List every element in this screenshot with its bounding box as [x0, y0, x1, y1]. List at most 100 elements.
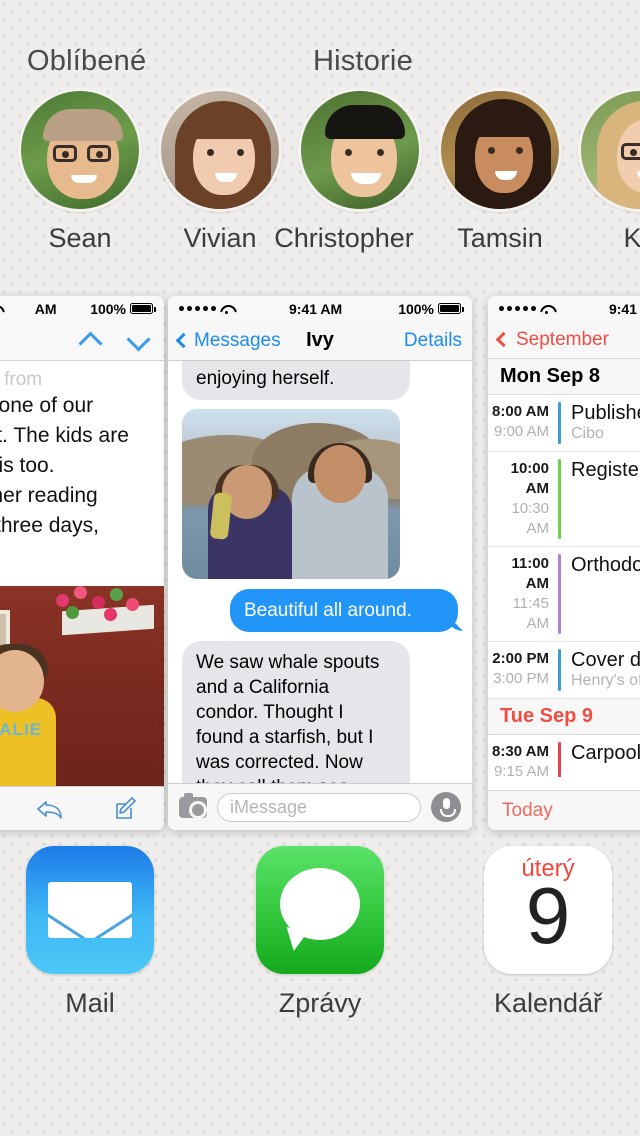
battery-indicator: 100%	[90, 300, 156, 317]
battery-percent: 100%	[90, 300, 126, 317]
compose-icon[interactable]	[88, 796, 164, 821]
calendar-event-list[interactable]: Mon Sep 8 8:00 AM 9:00 AM Publisher Cibo…	[488, 359, 640, 777]
event-start-time: 10:00 AM	[510, 460, 549, 497]
message-bubble-incoming[interactable]: enjoying herself.	[182, 361, 410, 400]
avatar[interactable]	[578, 88, 640, 212]
app-card-messages[interactable]: 9:41 AM 100% Messages Ivy Details enjoyi…	[168, 296, 472, 830]
mail-attachment-photo[interactable]: CALIE	[0, 586, 164, 791]
contact-item-kate[interactable]: Ka	[578, 88, 640, 254]
trash-icon[interactable]	[0, 797, 12, 821]
wifi-icon	[220, 304, 233, 314]
event-start-time: 2:00 PM	[492, 650, 549, 667]
back-button[interactable]: Messages	[175, 329, 281, 352]
event-end-time: 3:00 PM	[493, 670, 549, 687]
calendar-event-row[interactable]: 10:00 AM 10:30 AM Register	[488, 452, 640, 547]
imessage-input[interactable]: iMessage	[217, 792, 421, 822]
signal-indicator	[0, 304, 1, 314]
battery-percent: 100%	[398, 300, 434, 317]
mail-body-line: ns yet. The kids are	[0, 424, 129, 447]
event-color-bar	[558, 459, 561, 539]
message-thread[interactable]: enjoying herself. Beautiful all around. …	[168, 361, 472, 816]
mail-body-line: to be one of our	[0, 394, 94, 417]
back-label: Messages	[194, 329, 281, 351]
event-title: Orthodon	[571, 554, 640, 576]
contact-item-sean[interactable]: Sean	[18, 88, 142, 254]
details-button[interactable]: Details	[404, 330, 462, 352]
event-color-bar	[558, 402, 561, 444]
event-end-time: 9:00 AM	[493, 423, 549, 440]
calendar-icon-day: 9	[525, 871, 571, 960]
mail-body-line: ks in three days,	[0, 514, 99, 537]
contact-name: Sean	[48, 223, 112, 253]
history-label: Historie	[313, 45, 413, 77]
mail-body-line: summer reading	[0, 484, 98, 507]
event-end-time: 10:30 AM	[511, 500, 549, 537]
avatar[interactable]	[18, 88, 142, 212]
chevron-left-icon	[495, 331, 512, 348]
avatar[interactable]	[158, 88, 282, 212]
app-card-calendar[interactable]: 9:41 September Mon Sep 8 8:00 AM 9:00 AM…	[488, 296, 640, 830]
app-calendar[interactable]: úterý 9 Kalendář	[458, 846, 638, 1019]
calendar-icon[interactable]: úterý 9	[484, 846, 612, 974]
wifi-icon	[540, 304, 553, 314]
contact-item-tamsin[interactable]: Tamsin	[438, 88, 562, 254]
avatar[interactable]	[438, 88, 562, 212]
day-header: Mon Sep 8	[488, 359, 640, 395]
mail-icon[interactable]	[26, 846, 154, 974]
today-button[interactable]: Today	[502, 800, 553, 822]
event-color-bar	[558, 742, 561, 777]
previous-message-icon[interactable]	[80, 329, 102, 351]
contacts-strip: Oblíbené Historie Sean Vivian Christophe…	[0, 0, 640, 284]
app-card-mail[interactable]: AM 100% s near from to be one of our ns …	[0, 296, 164, 830]
event-end-time: 9:15 AM	[493, 763, 549, 777]
app-label: Kalendář	[493, 988, 603, 1018]
day-header: Tue Sep 9	[488, 699, 640, 735]
battery-indicator: 100%	[398, 300, 464, 317]
calendar-nav-bar: September	[488, 321, 640, 359]
app-label: Mail	[65, 988, 115, 1018]
app-mail[interactable]: Mail	[0, 846, 180, 1019]
event-end-time: 11:45 AM	[512, 595, 549, 632]
message-photo-attachment[interactable]	[182, 409, 400, 579]
event-start-time: 8:00 AM	[492, 403, 549, 420]
battery-icon	[438, 303, 464, 314]
reply-icon[interactable]	[12, 797, 88, 821]
calendar-status-bar: 9:41	[488, 296, 640, 321]
event-color-bar	[558, 649, 561, 691]
app-icon-row: Mail Zprávy úterý 9 Kalendář	[0, 846, 640, 1046]
messages-status-bar: 9:41 AM 100%	[168, 296, 472, 321]
calendar-event-row[interactable]: 11:00 AM 11:45 AM Orthodon	[488, 547, 640, 642]
back-button[interactable]: September	[495, 329, 609, 351]
camera-icon[interactable]	[179, 792, 207, 819]
mail-status-bar: AM 100%	[0, 296, 164, 321]
signal-indicator	[499, 304, 553, 314]
event-title: Register	[571, 459, 640, 481]
message-bubble-outgoing[interactable]: Beautiful all around.	[230, 589, 458, 632]
calendar-event-row[interactable]: 8:30 AM 9:15 AM Carpool	[488, 735, 640, 777]
event-start-time: 11:00 AM	[511, 555, 549, 592]
contact-name: Vivian	[183, 223, 257, 253]
next-message-icon[interactable]	[128, 329, 150, 351]
contact-item-vivian[interactable]: Vivian	[158, 88, 282, 254]
chevron-left-icon	[175, 332, 192, 349]
message-input-bar: iMessage	[168, 783, 472, 830]
calendar-event-row[interactable]: 2:00 PM 3:00 PM Cover de Henry's offic	[488, 642, 640, 699]
contact-name: Ka	[623, 223, 640, 253]
microphone-icon[interactable]	[431, 792, 461, 822]
app-messages[interactable]: Zprávy	[230, 846, 410, 1019]
status-time: AM	[34, 300, 57, 317]
avatar[interactable]	[298, 88, 422, 212]
contact-item-christopher[interactable]: Christopher	[274, 88, 422, 254]
calendar-event-row[interactable]: 8:00 AM 9:00 AM Publisher Cibo	[488, 395, 640, 452]
imessage-placeholder: iMessage	[230, 796, 308, 817]
battery-icon	[130, 303, 156, 314]
messages-icon[interactable]	[256, 846, 384, 974]
mail-photo-text: CALIE	[0, 720, 42, 739]
contact-name: Tamsin	[457, 223, 543, 253]
contact-name: Christopher	[274, 223, 414, 253]
event-location: Cibo	[571, 425, 604, 442]
calendar-toolbar: Today Calen	[488, 790, 640, 830]
mail-nav-bar	[0, 321, 164, 361]
signal-indicator	[179, 304, 233, 314]
event-color-bar	[558, 554, 561, 634]
